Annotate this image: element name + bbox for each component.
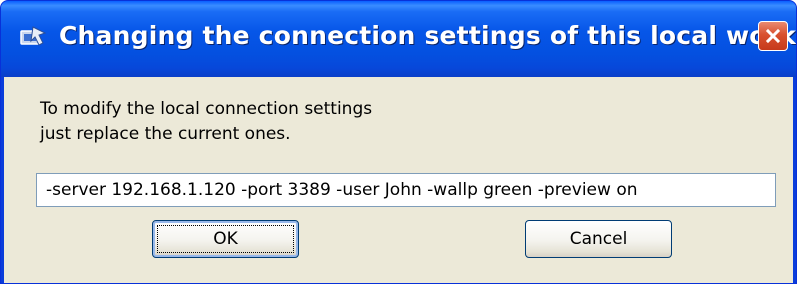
ok-button[interactable]: OK: [152, 220, 299, 258]
title-bar[interactable]: Changing the connection settings of this…: [1, 1, 796, 77]
instruction-line-2: just replace the current ones.: [40, 124, 291, 144]
remote-connection-icon: [20, 26, 47, 46]
dialog-body: To modify the local connection settings …: [4, 77, 793, 283]
cancel-button-label: Cancel: [569, 229, 628, 249]
dialog-window: Changing the connection settings of this…: [0, 0, 797, 284]
window-title: Changing the connection settings of this…: [59, 21, 797, 50]
close-icon: [765, 28, 781, 44]
focus-ring: [157, 225, 294, 253]
close-button[interactable]: [758, 21, 788, 51]
instruction-line-1: To modify the local connection settings: [40, 99, 373, 119]
cancel-button[interactable]: Cancel: [525, 220, 672, 258]
connection-settings-input[interactable]: [36, 173, 776, 207]
instruction-text: To modify the local connection settings …: [40, 97, 372, 147]
